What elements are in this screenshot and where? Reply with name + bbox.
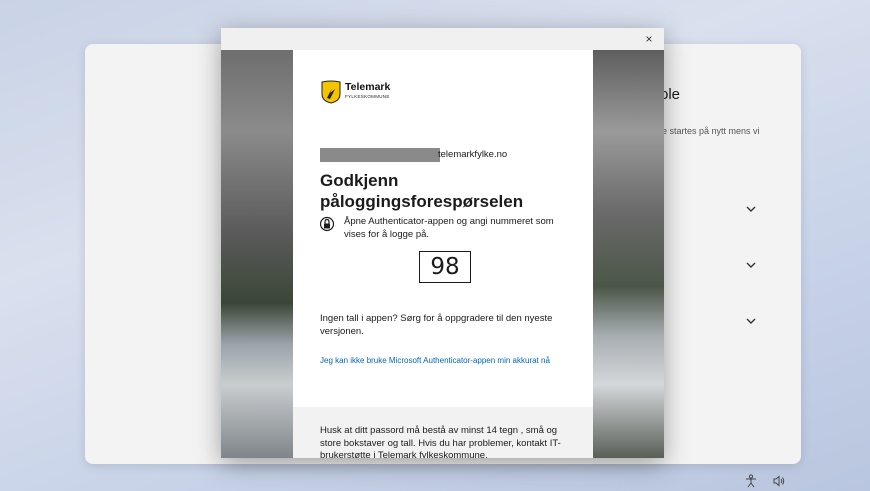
instruction-text: Åpne Authenticator-appen og angi nummere… [344,216,554,240]
accessibility-icon[interactable] [744,474,758,488]
logo-name: Telemark [345,81,391,93]
cant-use-authenticator-link[interactable]: Jeg kan ikke bruke Microsoft Authenticat… [320,355,560,367]
page-title: Godkjenn påloggingsforespørselen [320,171,524,211]
sign-in-panel: Telemark FYLKESKOMMUNE telemarkfylke.no … [293,50,593,458]
email-domain: telemarkfylke.no [438,149,508,160]
logo-subtitle: FYLKESKOMMUNE [345,94,390,99]
chevron-down-icon[interactable] [742,256,760,274]
no-number-hint: Ingen tall i appen? Sørg for å oppgrader… [320,313,553,337]
close-button[interactable]: × [640,30,658,48]
footer-text: Husk at ditt passord må bestå av minst 1… [320,425,561,458]
background-photo-right [593,50,664,458]
dialog-footer: Husk at ditt passord må bestå av minst 1… [293,407,593,458]
background-subtitle: je startes på nytt mens vi [660,126,760,136]
telemark-logo-mark [321,80,341,104]
sign-in-dialog: × Telemark FYLKESKOMMUNE telemarkfylke.n… [221,28,664,458]
verification-number: 98 [419,251,471,283]
background-photo-left [221,50,293,458]
chevron-down-icon[interactable] [742,200,760,218]
lock-icon [320,216,334,232]
volume-icon[interactable] [772,474,786,488]
chevron-down-icon[interactable] [742,312,760,330]
redacted-username [320,148,440,162]
dialog-titlebar: × [221,28,664,50]
